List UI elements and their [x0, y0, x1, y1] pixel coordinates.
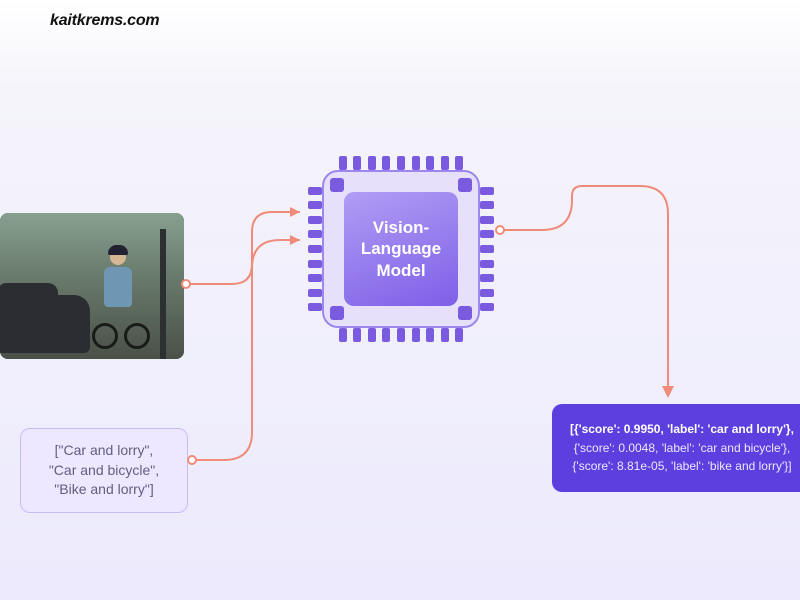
wire-labels-to-model — [192, 240, 300, 460]
model-chip: Vision- Language Model — [308, 156, 494, 342]
chip-pins-right — [480, 180, 494, 318]
output-line: [{'score': 0.9950, 'label': 'car and lor… — [562, 420, 800, 439]
labels-line: "Bike and lorry"] — [35, 480, 173, 500]
arrow-icon — [290, 207, 300, 217]
arrow-icon — [290, 235, 300, 245]
input-image — [0, 213, 184, 359]
labels-line: ["Car and lorry", — [35, 441, 173, 461]
chip-core-label: Vision- Language Model — [344, 192, 458, 306]
chip-corner — [458, 178, 472, 192]
wire-node — [188, 456, 196, 464]
arrow-icon — [662, 386, 674, 398]
chip-corner — [330, 306, 344, 320]
wire-image-to-model — [186, 212, 300, 284]
chip-pins-top — [332, 156, 470, 170]
chip-pins-bottom — [332, 328, 470, 342]
labels-line: "Car and bicycle", — [35, 461, 173, 481]
chip-corner — [330, 178, 344, 192]
wire-node — [496, 226, 504, 234]
output-box: [{'score': 0.9950, 'label': 'car and lor… — [552, 404, 800, 492]
chip-pins-left — [308, 180, 322, 318]
input-labels-box: ["Car and lorry", "Car and bicycle", "Bi… — [20, 428, 188, 513]
model-title: Vision- Language Model — [361, 217, 441, 281]
output-line: {'score': 0.0048, 'label': 'car and bicy… — [562, 439, 800, 458]
photo-illustration — [0, 213, 184, 359]
output-line: {'score': 8.81e-05, 'label': 'bike and l… — [562, 457, 800, 476]
chip-corner — [458, 306, 472, 320]
watermark-text: kaitkrems.com — [50, 12, 159, 30]
wire-model-to-output — [500, 186, 668, 388]
